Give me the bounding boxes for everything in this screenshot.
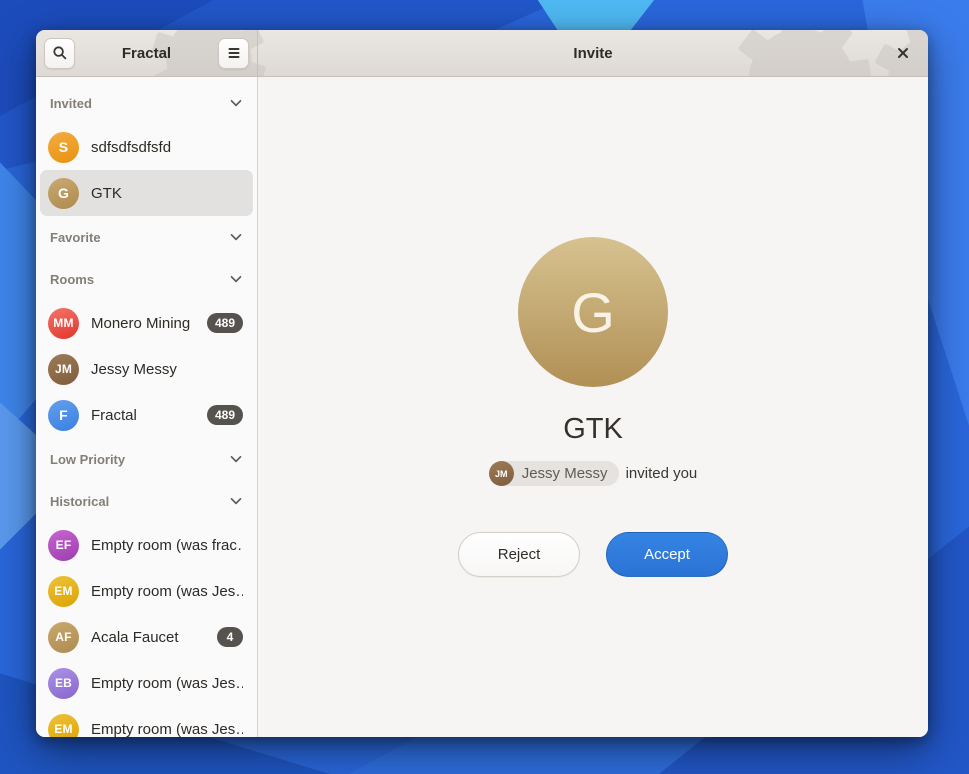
headerbar: Fractal Invite bbox=[36, 30, 928, 77]
room-sidebar: InvitedSsdfsdfsdfsfdGGTKFavoriteRoomsMMM… bbox=[36, 77, 258, 737]
invited-by-row: JM Jessy Messy invited you bbox=[489, 461, 698, 486]
room-row-empty-room-was-jes[interactable]: EM Empty room (was Jes… bbox=[40, 568, 253, 614]
section-header-low-priority[interactable]: Low Priority bbox=[40, 438, 253, 480]
invite-text: invited you bbox=[626, 465, 698, 482]
menu-icon bbox=[227, 47, 241, 59]
inviter-avatar: JM bbox=[489, 461, 514, 486]
room-row-empty-room-was-jes[interactable]: EB Empty room (was Jes… bbox=[40, 660, 253, 706]
section-label: Favorite bbox=[50, 230, 101, 245]
chevron-down-icon bbox=[229, 452, 243, 466]
search-icon bbox=[52, 45, 68, 61]
main-menu-button[interactable] bbox=[218, 38, 249, 69]
room-name: Acala Faucet bbox=[91, 629, 205, 646]
close-button[interactable] bbox=[888, 38, 918, 68]
section-label: Rooms bbox=[50, 272, 94, 287]
inviter-pill[interactable]: JM Jessy Messy bbox=[489, 461, 619, 486]
room-avatar: JM bbox=[48, 354, 79, 385]
chevron-down-icon bbox=[229, 272, 243, 286]
room-avatar: MM bbox=[48, 308, 79, 339]
room-row-gtk[interactable]: G GTK bbox=[40, 170, 253, 216]
invite-headerbar: Invite bbox=[258, 30, 928, 76]
close-icon bbox=[896, 46, 910, 60]
room-name: GTK bbox=[91, 185, 243, 202]
chevron-down-icon bbox=[229, 96, 243, 110]
invite-view: G GTK JM Jessy Messy invited you Reject … bbox=[258, 77, 928, 737]
room-avatar: EM bbox=[48, 576, 79, 607]
section-label: Invited bbox=[50, 96, 92, 111]
invite-actions: Reject Accept bbox=[458, 532, 728, 577]
room-row-sdfsdfsdfsfd[interactable]: Ssdfsdfsdfsfd bbox=[40, 124, 253, 170]
chevron-down-icon bbox=[229, 494, 243, 508]
unread-count-badge: 489 bbox=[207, 313, 243, 333]
sidebar-headerbar: Fractal bbox=[36, 30, 258, 76]
sidebar-title: Fractal bbox=[79, 45, 214, 62]
room-name: Empty room (was Jes… bbox=[91, 721, 243, 738]
room-avatar: S bbox=[48, 132, 79, 163]
search-button[interactable] bbox=[44, 38, 75, 69]
room-name: Monero Mining bbox=[91, 315, 195, 332]
inviter-name: Jessy Messy bbox=[522, 465, 608, 482]
room-avatar: G bbox=[518, 237, 668, 387]
room-avatar: EF bbox=[48, 530, 79, 561]
room-name: Empty room (was Jes… bbox=[91, 675, 243, 692]
room-avatar: EM bbox=[48, 714, 79, 738]
unread-count-badge: 489 bbox=[207, 405, 243, 425]
room-row-monero-mining[interactable]: MM Monero Mining 489 bbox=[40, 300, 253, 346]
section-label: Low Priority bbox=[50, 452, 125, 467]
room-name: GTK bbox=[563, 413, 623, 446]
room-name: Fractal bbox=[91, 407, 195, 424]
room-name: Jessy Messy bbox=[91, 361, 243, 378]
room-avatar: G bbox=[48, 178, 79, 209]
section-header-historical[interactable]: Historical bbox=[40, 480, 253, 522]
section-header-favorite[interactable]: Favorite bbox=[40, 216, 253, 258]
chevron-down-icon bbox=[229, 230, 243, 244]
room-row-empty-room-was-frac[interactable]: EF Empty room (was frac… bbox=[40, 522, 253, 568]
unread-count-badge: 4 bbox=[217, 627, 243, 647]
room-name: Empty room (was Jes… bbox=[91, 583, 243, 600]
room-avatar: F bbox=[48, 400, 79, 431]
room-row-acala-faucet[interactable]: AF Acala Faucet 4 bbox=[40, 614, 253, 660]
window-body: InvitedSsdfsdfsdfsfdGGTKFavoriteRoomsMMM… bbox=[36, 77, 928, 737]
room-avatar: EB bbox=[48, 668, 79, 699]
room-name: sdfsdfsdfsfd bbox=[91, 139, 243, 156]
room-avatar-initial: G bbox=[571, 280, 615, 345]
fractal-window: Fractal Invite Invited Ssdfsdfsdfsfd G GTK F… bbox=[36, 30, 928, 737]
room-row-fractal[interactable]: F Fractal 489 bbox=[40, 392, 253, 438]
room-row-empty-room-was-jes[interactable]: EM Empty room (was Jes… bbox=[40, 706, 253, 737]
section-label: Historical bbox=[50, 494, 109, 509]
reject-button[interactable]: Reject bbox=[458, 532, 580, 577]
section-header-rooms[interactable]: Rooms bbox=[40, 258, 253, 300]
inviter-avatar-initials: JM bbox=[495, 469, 508, 479]
accept-button[interactable]: Accept bbox=[606, 532, 728, 577]
room-avatar: AF bbox=[48, 622, 79, 653]
invite-title: Invite bbox=[573, 45, 612, 62]
room-list: InvitedSsdfsdfsdfsfdGGTKFavoriteRoomsMMM… bbox=[40, 82, 253, 737]
room-name: Empty room (was frac… bbox=[91, 537, 243, 554]
section-header-invited[interactable]: Invited bbox=[40, 82, 253, 124]
room-row-jessy-messy[interactable]: JM Jessy Messy bbox=[40, 346, 253, 392]
